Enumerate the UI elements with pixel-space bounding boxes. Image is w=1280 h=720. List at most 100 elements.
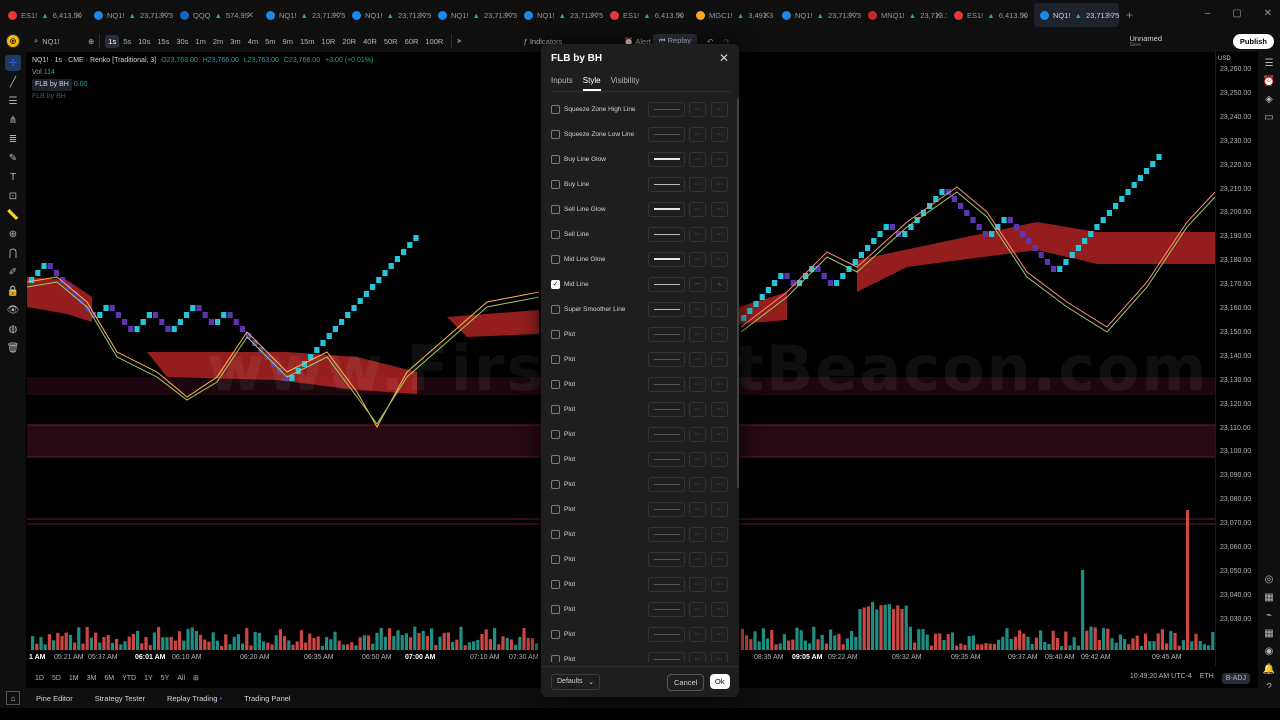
visibility-checkbox[interactable] [551,329,560,339]
plot-type-button[interactable]: ⋯ [711,201,728,217]
interval-button[interactable]: 60R [402,35,422,48]
plot-type-button[interactable]: ⋯ [711,601,728,617]
interval-button[interactable]: 40R [360,35,380,48]
notifications-icon[interactable]: 🔔 [1262,662,1276,676]
line-color-swatch[interactable] [648,501,685,517]
range-button[interactable]: 6M [104,675,114,682]
line-style-button[interactable]: ⋯ [689,451,706,467]
visibility-checkbox[interactable] [551,104,560,114]
lock-icon[interactable]: 🔒 [5,283,21,299]
plot-type-button[interactable]: ∿ [711,276,728,292]
close-window-icon[interactable]: ✕ [1264,8,1272,19]
line-style-button[interactable]: ⋯ [689,101,706,117]
close-tab-icon[interactable]: ✕ [1106,10,1114,21]
plot-type-button[interactable]: ⋯ [711,301,728,317]
browser-tab[interactable]: ES1! ▲ 6,413.50 ✕ [604,3,689,27]
line-color-swatch[interactable] [648,201,685,217]
line-color-swatch[interactable] [648,151,685,167]
line-color-swatch[interactable] [648,351,685,367]
line-color-swatch[interactable] [648,326,685,342]
symbol-search[interactable]: ⌕ NQ1! [34,36,86,46]
bottom-tab[interactable]: Pine Editor [36,694,73,703]
line-color-swatch[interactable] [648,176,685,192]
range-button[interactable]: YTD [122,675,136,682]
indicator-legend[interactable]: FLB by BH [32,79,72,91]
patterns-icon[interactable]: ⊡ [5,188,21,204]
line-style-button[interactable]: ⋯ [689,476,706,492]
interval-button[interactable]: 50R [381,35,401,48]
close-icon[interactable]: ✕ [719,51,729,65]
browser-tab[interactable]: NQ1! ▲ 23,713.75 ✕ [518,3,603,27]
bottom-tab[interactable]: Trading Panel [244,694,290,703]
line-style-button[interactable]: ⋯ [689,226,706,242]
grid-icon[interactable]: ▦ [1262,626,1276,640]
line-color-swatch[interactable] [648,526,685,542]
close-tab-icon[interactable]: ✕ [418,10,426,21]
alerts-icon[interactable]: ⏰ [1262,74,1276,88]
session-label[interactable]: ETH [1200,673,1214,684]
ok-button[interactable]: Ok [710,674,730,689]
visibility-checkbox[interactable]: ✓ [551,279,560,289]
interval-button[interactable]: 5m [262,35,278,48]
visibility-checkbox[interactable] [551,404,560,414]
plot-type-button[interactable]: ⋯ [711,576,728,592]
visibility-checkbox[interactable] [551,454,560,464]
plot-type-button[interactable]: ⋯ [711,326,728,342]
layers-icon[interactable]: ◈ [1262,92,1276,106]
calendar-icon[interactable]: ▦ [1262,590,1276,604]
interval-button[interactable]: 3m [227,35,243,48]
line-style-button[interactable]: ⋯ [689,651,706,662]
visibility-checkbox[interactable] [551,154,560,164]
plot-type-button[interactable]: ⋯ [711,176,728,192]
crosshair-icon[interactable]: ✛ [5,55,21,71]
browser-tab[interactable]: NQ1! ▲ 23,713.75 ✕ [260,3,345,27]
text-icon[interactable]: T [5,169,21,185]
plot-type-button[interactable]: ⋯ [711,551,728,567]
plot-type-button[interactable]: ⋯ [711,226,728,242]
compare-add-icon[interactable]: ⊕ [88,37,94,46]
scrollbar[interactable] [737,98,739,488]
browser-tab[interactable]: NQ1! ▲ 23,713.75 ✕ [776,3,861,27]
chat-icon[interactable]: ▭ [1262,110,1276,124]
browser-tab[interactable]: NQ1! ▲ 23,713.75 ✕ [346,3,431,27]
maximize-icon[interactable]: ▢ [1232,8,1241,19]
close-tab-icon[interactable]: ✕ [934,10,942,21]
visibility-checkbox[interactable] [551,229,560,239]
line-color-swatch[interactable] [648,301,685,317]
tab-inputs[interactable]: Inputs [551,76,573,91]
visibility-checkbox[interactable] [551,629,560,639]
line-color-swatch[interactable] [648,401,685,417]
close-tab-icon[interactable]: ✕ [332,10,340,21]
fib-icon[interactable]: ≣ [5,131,21,147]
close-tab-icon[interactable]: ✕ [1020,10,1028,21]
line-style-button[interactable]: ⋯ [689,501,706,517]
target-icon[interactable]: ◎ [1262,572,1276,586]
bottom-tab[interactable]: Strategy Tester [95,694,145,703]
range-button[interactable]: 1M [69,675,79,682]
line-style-button[interactable]: ⋯ [689,151,706,167]
visibility-checkbox[interactable] [551,179,560,189]
line-style-button[interactable]: ⋯ [689,326,706,342]
range-button[interactable]: 1D [35,675,44,682]
symbol-title[interactable]: NQ1! · 1s · CME · Renko [Traditional, 3] [32,57,156,64]
plot-type-button[interactable]: ⋯ [711,526,728,542]
globe-icon[interactable]: ◍ [5,321,21,337]
interval-button[interactable]: 30s [173,35,191,48]
line-color-swatch[interactable] [648,451,685,467]
range-button[interactable]: 5D [52,675,61,682]
visibility-checkbox[interactable] [551,379,560,389]
interval-button[interactable]: 2m [210,35,226,48]
publish-button[interactable]: Publish [1232,34,1274,49]
interval-button[interactable]: 15s [154,35,172,48]
visibility-checkbox[interactable] [551,479,560,489]
browser-tab[interactable]: NQ1! ▲ 23,713.75 ✕ [432,3,517,27]
range-button[interactable]: 3M [87,675,97,682]
close-tab-icon[interactable]: ✕ [504,10,512,21]
new-tab-icon[interactable]: + [1126,8,1133,22]
tab-style[interactable]: Style [582,76,601,91]
cancel-button[interactable]: Cancel [667,674,705,691]
line-color-swatch[interactable] [648,576,685,592]
price-axis[interactable]: USD 23,260.00 23,250.00 23,240.00 23,230.00… [1215,52,1258,666]
plot-type-button[interactable]: ⋯ [711,501,728,517]
line-style-button[interactable]: ⋯ [689,426,706,442]
